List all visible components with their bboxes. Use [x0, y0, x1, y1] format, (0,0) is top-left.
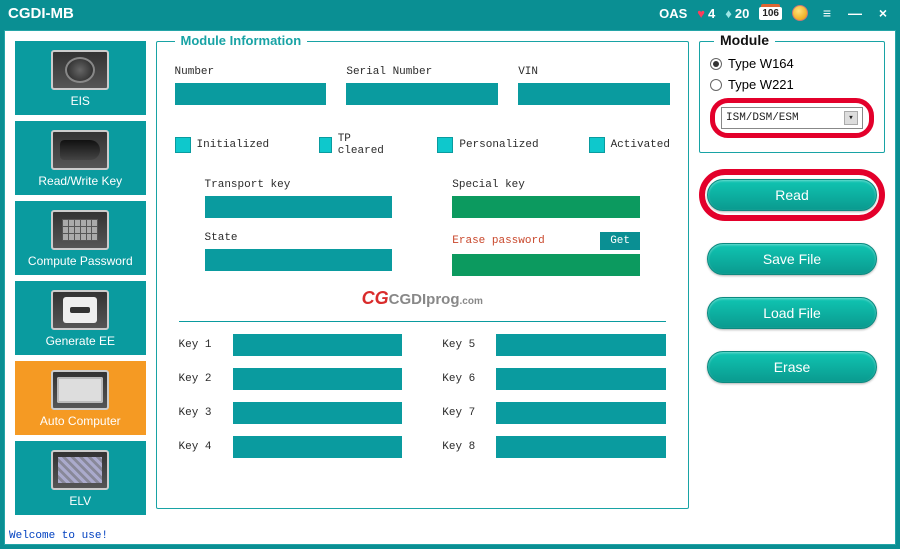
key-1-field: [233, 334, 403, 356]
key-row: Key 3: [179, 402, 403, 424]
number-label: Number: [175, 66, 327, 78]
transport-key-label: Transport key: [205, 179, 393, 191]
watermark: CGCGDIprog.com: [175, 288, 670, 309]
sidebar-label: ELV: [69, 494, 91, 508]
key-2-field: [233, 368, 403, 390]
highlight-select: ISM/DSM/ESM ▾: [710, 98, 874, 138]
number-field: [175, 83, 327, 105]
special-key-label: Special key: [452, 179, 640, 191]
module-fieldset: Module Type W164 Type W221 ISM/DSM/ESM ▾: [699, 41, 885, 153]
radio-type-w221[interactable]: Type W221: [710, 77, 874, 92]
hearts-badge: ♥ 4: [697, 6, 715, 21]
right-panel: Module Type W164 Type W221 ISM/DSM/ESM ▾: [699, 41, 885, 540]
heart-icon: ♥: [697, 6, 705, 21]
key-4-field: [233, 436, 403, 458]
serial-number-field: [346, 83, 498, 105]
chevron-down-icon: ▾: [844, 111, 858, 125]
sidebar-item-generate-ee[interactable]: Generate EE: [15, 281, 146, 355]
initialized-checkbox[interactable]: Initialized: [175, 137, 270, 153]
medal-icon: [792, 5, 808, 21]
key-6-field: [496, 368, 666, 390]
sidebar-item-compute-password[interactable]: Compute Password: [15, 201, 146, 275]
work-area: EIS Read/Write Key Compute Password Gene…: [4, 30, 896, 545]
save-file-button[interactable]: Save File: [707, 243, 877, 275]
module-select[interactable]: ISM/DSM/ESM ▾: [721, 107, 863, 129]
key-icon: [51, 130, 109, 170]
get-button[interactable]: Get: [600, 232, 640, 250]
state-field: [205, 249, 393, 271]
erase-password-label: Erase password: [452, 235, 600, 247]
key-7-field: [496, 402, 666, 424]
password-icon: [51, 210, 109, 250]
special-key-field: [452, 196, 640, 218]
sidebar-item-elv[interactable]: ELV: [15, 441, 146, 515]
oas-label: OAS: [659, 6, 687, 21]
key-3-field: [233, 402, 403, 424]
transport-key-field: [205, 196, 393, 218]
minimize-button[interactable]: —: [846, 5, 864, 21]
diamonds-badge: ♦ 20: [725, 6, 749, 21]
sidebar-item-read-write-key[interactable]: Read/Write Key: [15, 121, 146, 195]
erase-button[interactable]: Erase: [707, 351, 877, 383]
key-8-field: [496, 436, 666, 458]
key-row: Key 4: [179, 436, 403, 458]
sidebar-label: EIS: [71, 94, 90, 108]
key-row: Key 8: [442, 436, 666, 458]
key-5-field: [496, 334, 666, 356]
app-title: CGDI-MB: [8, 5, 74, 22]
sidebar: EIS Read/Write Key Compute Password Gene…: [15, 41, 146, 540]
vin-label: VIN: [518, 66, 670, 78]
center-panel: Module Information Number Serial Number …: [156, 41, 689, 540]
serial-number-label: Serial Number: [346, 66, 498, 78]
hearts-count: 4: [708, 6, 715, 21]
module-information-fieldset: Module Information Number Serial Number …: [156, 41, 689, 509]
module-legend: Module: [714, 32, 775, 48]
key-row: Key 5: [442, 334, 666, 356]
highlight-read: Read: [699, 169, 885, 221]
tp-cleared-checkbox[interactable]: TP cleared: [319, 133, 387, 157]
ee-icon: [51, 290, 109, 330]
divider: [179, 321, 666, 322]
sidebar-label: Compute Password: [28, 254, 133, 268]
calendar-badge: 106: [759, 7, 782, 20]
key-row: Key 7: [442, 402, 666, 424]
key-row: Key 6: [442, 368, 666, 390]
sidebar-label: Auto Computer: [40, 414, 121, 428]
auto-computer-icon: [51, 370, 109, 410]
status-bar: Welcome to use!: [9, 530, 108, 542]
personalized-checkbox[interactable]: Personalized: [437, 137, 538, 153]
app-window: CGDI-MB OAS ♥ 4 ♦ 20 106 ≡ — × EIS: [0, 0, 900, 549]
elv-icon: [51, 450, 109, 490]
menu-icon[interactable]: ≡: [818, 5, 836, 21]
diamonds-count: 20: [735, 6, 749, 21]
state-label: State: [205, 232, 393, 244]
vin-field: [518, 83, 670, 105]
sidebar-item-auto-computer[interactable]: Auto Computer: [15, 361, 146, 435]
key-row: Key 2: [179, 368, 403, 390]
erase-password-field: [452, 254, 640, 276]
radio-icon: [710, 58, 722, 70]
titlebar: CGDI-MB OAS ♥ 4 ♦ 20 106 ≡ — ×: [0, 0, 900, 26]
activated-checkbox[interactable]: Activated: [589, 137, 670, 153]
keys-grid: Key 1 Key 5 Key 2 Key 6 Key 3 Key 7 Key …: [175, 334, 670, 458]
read-button[interactable]: Read: [707, 179, 877, 211]
radio-icon: [710, 79, 722, 91]
select-value: ISM/DSM/ESM: [726, 112, 799, 124]
module-info-legend: Module Information: [175, 33, 308, 48]
eis-icon: [51, 50, 109, 90]
key-row: Key 1: [179, 334, 403, 356]
sidebar-item-eis[interactable]: EIS: [15, 41, 146, 115]
sidebar-label: Read/Write Key: [38, 174, 122, 188]
close-button[interactable]: ×: [874, 5, 892, 21]
sidebar-label: Generate EE: [46, 334, 115, 348]
radio-type-w164[interactable]: Type W164: [710, 56, 874, 71]
diamond-icon: ♦: [725, 6, 732, 21]
load-file-button[interactable]: Load File: [707, 297, 877, 329]
